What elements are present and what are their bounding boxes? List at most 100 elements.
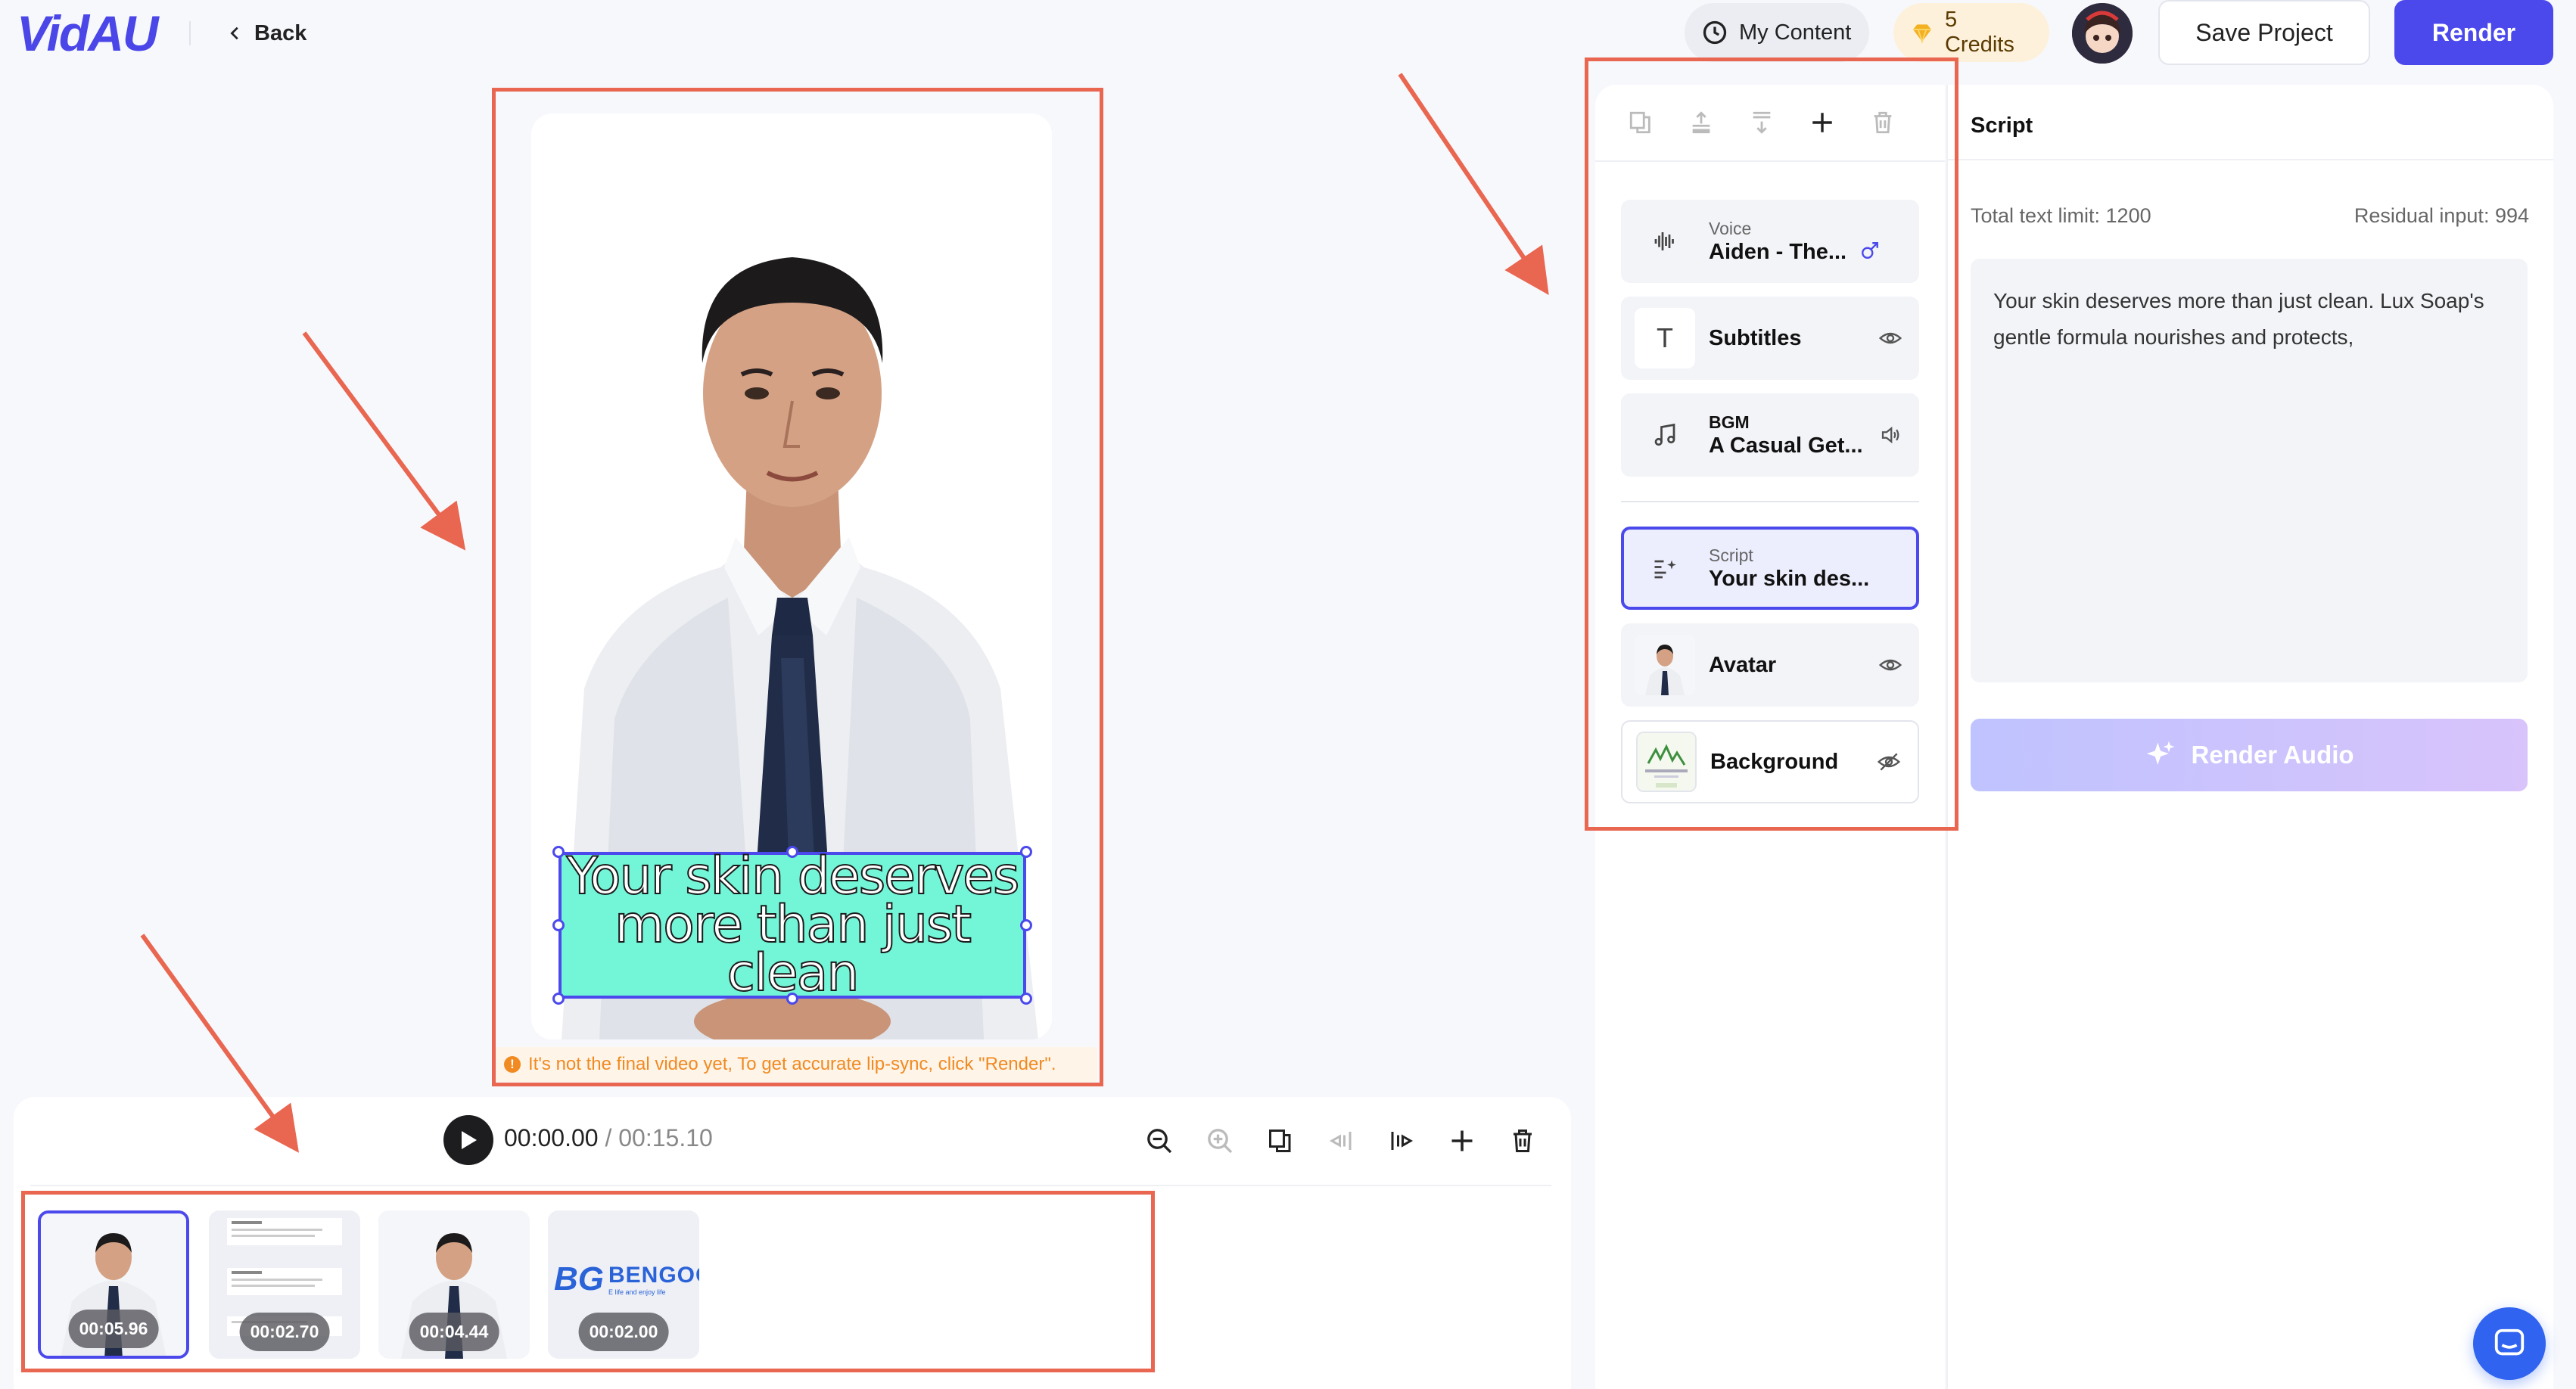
resize-handle[interactable]: [786, 993, 798, 1005]
split-right-button[interactable]: [1383, 1123, 1420, 1159]
timeline-clip[interactable]: BG BENGOO E life and enjoy life 00:02.00: [548, 1210, 699, 1359]
timeline-clip[interactable]: 00:05.96: [38, 1210, 189, 1359]
script-panel-divider: [1948, 159, 2553, 160]
split-right-icon: [1391, 1132, 1414, 1150]
resize-handle[interactable]: [1020, 919, 1032, 931]
resize-handle[interactable]: [552, 919, 565, 931]
split-left-icon: [1329, 1132, 1352, 1150]
layer-script[interactable]: Script Your skin des...: [1621, 527, 1919, 610]
background-thumb: [1636, 732, 1697, 792]
clip-duration: 00:02.00: [578, 1313, 669, 1351]
render-button[interactable]: Render: [2394, 0, 2553, 65]
bring-forward-icon: [1692, 111, 1710, 134]
volume-button[interactable]: [1878, 423, 1902, 447]
back-button[interactable]: Back: [227, 17, 306, 50]
time-display: 00:00.00 / 00:15.10: [504, 1124, 713, 1152]
eye-off-icon: [1877, 753, 1901, 771]
delete-layer-button[interactable]: [1866, 106, 1899, 139]
split-left-button[interactable]: [1323, 1123, 1359, 1159]
chat-icon: [2494, 1328, 2525, 1356]
layer-name: Background: [1710, 750, 1839, 774]
zoom-out-button[interactable]: [1141, 1123, 1178, 1159]
resize-handle[interactable]: [1020, 846, 1032, 858]
visibility-toggle[interactable]: [1878, 653, 1902, 677]
panel-divider: [1946, 85, 1948, 1389]
zoom-in-button[interactable]: [1202, 1123, 1238, 1159]
layer-text: Avatar: [1709, 652, 1776, 678]
waveform-icon: [1635, 211, 1695, 272]
my-content-button[interactable]: My Content: [1685, 3, 1869, 62]
duplicate-icon: [1269, 1130, 1291, 1152]
layer-text: Background: [1710, 749, 1838, 775]
avatar-thumb: [1635, 635, 1695, 695]
layer-name: Avatar: [1709, 653, 1777, 677]
timeline-divider: [30, 1185, 1551, 1186]
current-time: 00:00.00: [504, 1124, 599, 1151]
layer-toolbar-divider: [1595, 160, 1945, 162]
duplicate-icon: [1629, 111, 1650, 134]
script-panel-title: Script: [1971, 113, 2033, 138]
credits-button[interactable]: 5 Credits: [1893, 3, 2049, 62]
render-audio-label: Render Audio: [2191, 741, 2354, 769]
plus-icon: [1451, 1130, 1473, 1151]
visibility-toggle[interactable]: [1877, 750, 1901, 774]
layer-bgm[interactable]: BGM A Casual Get...: [1621, 393, 1919, 477]
zoom-in-icon: [1208, 1129, 1233, 1154]
send-backward-icon: [1753, 111, 1771, 134]
clip-duration: 00:05.96: [68, 1310, 159, 1348]
chat-support-button[interactable]: [2473, 1307, 2546, 1380]
lip-sync-notice: ! It's not the final video yet, To get a…: [495, 1047, 1097, 1082]
move-layer-up-button[interactable]: [1685, 106, 1718, 139]
eye-icon: [1878, 332, 1902, 344]
trash-icon: [1874, 111, 1892, 134]
layer-name: Aiden - The...: [1709, 240, 1847, 264]
subtitle-overlay[interactable]: Your skin deserves more than just clean: [558, 850, 1026, 1000]
layer-text: Voice Aiden - The...: [1709, 218, 1846, 265]
layer-type: Script: [1709, 545, 1753, 565]
clip-duration: 00:02.70: [239, 1313, 330, 1351]
my-content-label: My Content: [1739, 20, 1852, 45]
layer-type: Voice: [1709, 219, 1752, 238]
layer-avatar[interactable]: Avatar: [1621, 623, 1919, 707]
user-avatar-image: [2072, 3, 2133, 64]
warning-icon: !: [504, 1056, 521, 1073]
duplicate-clip-button[interactable]: [1262, 1123, 1299, 1159]
timeline-clip[interactable]: 00:02.70: [209, 1210, 360, 1359]
zoom-out-icon: [1147, 1129, 1172, 1154]
logo-tagline: E life and enjoy life: [608, 1288, 666, 1296]
gem-icon: [1912, 24, 1931, 44]
logo-name: BENGOO: [608, 1263, 699, 1288]
male-icon: [1860, 241, 1881, 262]
delete-clip-button[interactable]: [1504, 1123, 1541, 1159]
music-note-icon: [1635, 405, 1695, 465]
time-separator: /: [598, 1124, 619, 1151]
visibility-toggle[interactable]: [1878, 326, 1902, 350]
save-project-button[interactable]: Save Project: [2158, 0, 2370, 65]
script-textarea[interactable]: Your skin deserves more than just clean.…: [1971, 259, 2528, 682]
render-audio-button[interactable]: Render Audio: [1971, 719, 2528, 791]
residual-input-label: Residual input: 994: [2354, 204, 2529, 227]
clip-duration: 00:04.44: [409, 1313, 499, 1351]
sparkle-icon: [2147, 741, 2175, 765]
layer-name: Subtitles: [1709, 326, 1802, 350]
resize-handle[interactable]: [1020, 993, 1032, 1005]
annotation-arrow: [302, 331, 466, 551]
user-avatar[interactable]: [2072, 3, 2133, 64]
timeline-clip[interactable]: 00:04.44: [378, 1210, 530, 1359]
resize-handle[interactable]: [552, 846, 565, 858]
script-icon: [1635, 538, 1695, 598]
play-button[interactable]: [443, 1115, 493, 1165]
layer-voice[interactable]: Voice Aiden - The...: [1621, 200, 1919, 283]
plus-icon: [1812, 113, 1832, 132]
move-layer-down-button[interactable]: [1745, 106, 1778, 139]
layer-background[interactable]: Background: [1621, 720, 1919, 803]
add-clip-button[interactable]: [1444, 1123, 1480, 1159]
text-icon: T: [1635, 308, 1695, 368]
resize-handle[interactable]: [552, 993, 565, 1005]
duplicate-layer-button[interactable]: [1624, 106, 1657, 139]
total-time: 00:15.10: [618, 1124, 713, 1151]
add-layer-button[interactable]: [1806, 106, 1839, 139]
resize-handle[interactable]: [786, 846, 798, 858]
notice-text: It's not the final video yet, To get acc…: [528, 1054, 1056, 1074]
layer-subtitles[interactable]: T Subtitles: [1621, 297, 1919, 380]
